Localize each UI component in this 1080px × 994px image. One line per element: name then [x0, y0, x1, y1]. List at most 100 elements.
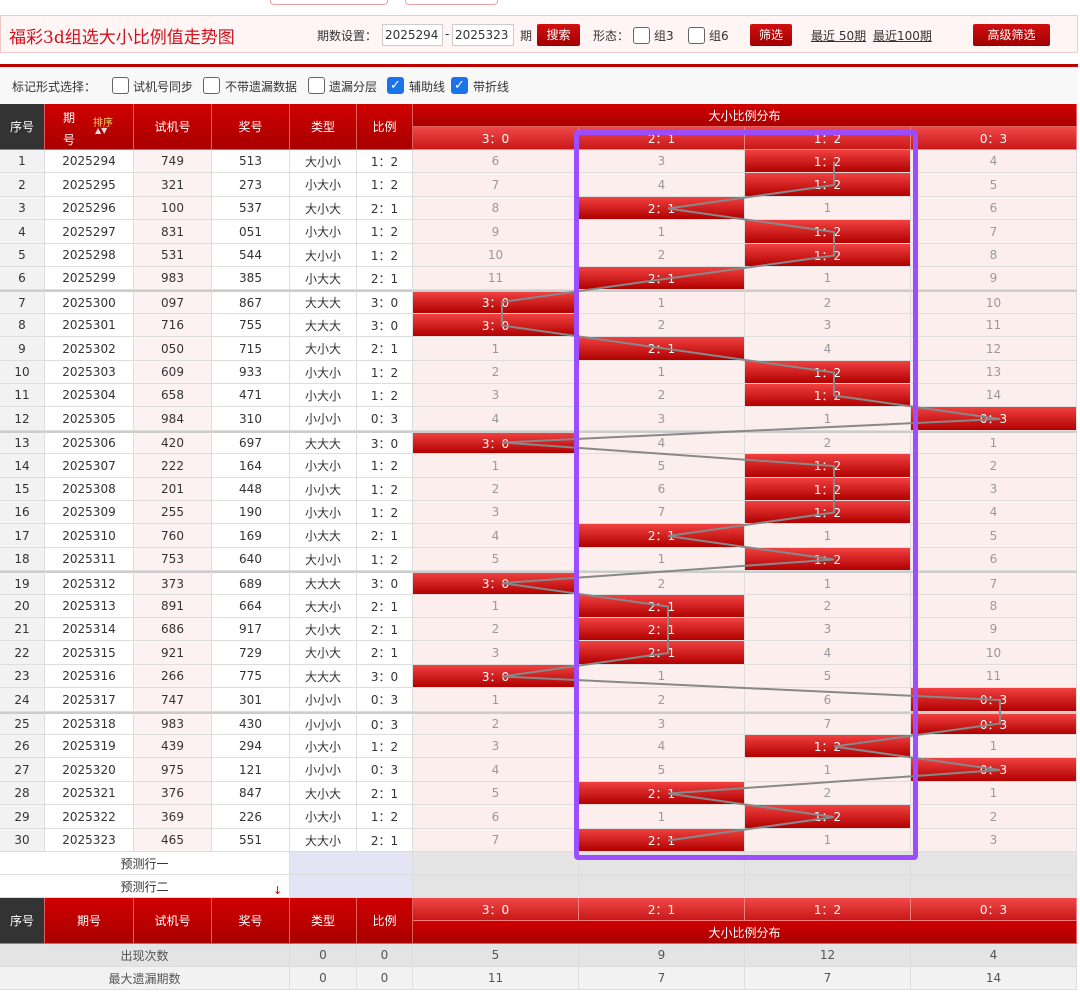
header-dist: 大小比例分布 [413, 104, 1077, 127]
dist-hit-cell: 2：1 [579, 197, 745, 220]
dist-miss-cell: 3 [579, 407, 745, 431]
predict-cell[interactable] [745, 875, 911, 898]
row-prize-number: 689 [212, 571, 290, 595]
row-test-number: 983 [134, 712, 212, 735]
stat-ratio: 0 [357, 967, 413, 990]
group6-checkbox[interactable] [688, 27, 705, 44]
row-seq: 22 [0, 641, 45, 665]
predict-cell[interactable] [579, 852, 745, 875]
sort-arrows-icon[interactable]: ▲▼ [95, 126, 107, 135]
footer-header-ratio: 比例 [357, 898, 413, 944]
row-ratio: 2：1 [357, 782, 413, 805]
row-prize-number: 933 [212, 361, 290, 384]
dist-miss-cell: 10 [911, 641, 1077, 665]
stat-value: 14 [911, 967, 1077, 990]
stat-value: 7 [745, 967, 911, 990]
dist-hit-cell: 2：1 [579, 595, 745, 618]
dist-miss-cell: 2 [911, 454, 1077, 478]
row-issue: 2025313 [45, 595, 134, 618]
row-issue: 2025323 [45, 829, 134, 852]
dist-hit-cell: 1：2 [745, 805, 911, 829]
dist-miss-cell: 2 [745, 595, 911, 618]
predict-cell[interactable] [413, 852, 579, 875]
dist-miss-cell: 1 [911, 782, 1077, 805]
predict-cell[interactable] [911, 875, 1077, 898]
row-prize-number: 729 [212, 641, 290, 665]
dist-hit-cell: 1：2 [745, 735, 911, 758]
option-checkbox[interactable]: ✓ [451, 77, 468, 94]
predict-row-input[interactable] [290, 852, 413, 875]
row-test-number: 376 [134, 782, 212, 805]
predict-row-input[interactable] [290, 875, 413, 898]
row-test-number: 983 [134, 267, 212, 290]
row-test-number: 050 [134, 337, 212, 361]
recent-50-link[interactable]: 最近 50期 [811, 27, 866, 44]
row-prize-number: 513 [212, 150, 290, 173]
row-ratio: 1：2 [357, 150, 413, 173]
dist-miss-cell: 10 [413, 244, 579, 267]
row-prize-number: 471 [212, 384, 290, 407]
stat-value: 11 [413, 967, 579, 990]
row-test-number: 921 [134, 641, 212, 665]
row-seq: 9 [0, 337, 45, 361]
row-issue: 2025308 [45, 478, 134, 501]
filter-button[interactable]: 筛选 [750, 24, 792, 46]
option-checkbox[interactable] [308, 77, 325, 94]
recent-100-link[interactable]: 最近100期 [873, 27, 932, 44]
predict-cell[interactable] [745, 852, 911, 875]
row-prize-number: 430 [212, 712, 290, 735]
option-checkbox[interactable] [203, 77, 220, 94]
dist-miss-cell: 1 [579, 290, 745, 314]
top-button-2[interactable] [405, 0, 498, 5]
dist-miss-cell: 1 [413, 337, 579, 361]
row-ratio: 3：0 [357, 290, 413, 314]
row-seq: 28 [0, 782, 45, 805]
option-checkbox[interactable] [112, 77, 129, 94]
top-button-1[interactable] [270, 0, 388, 5]
mark-options: 标记形式选择： 试机号同步 不带遗漏数据 遗漏分层 ✓ 辅助线 ✓ 带折线 [0, 67, 1078, 104]
predict-cell[interactable] [413, 875, 579, 898]
row-test-number: 369 [134, 805, 212, 829]
predict-cell[interactable] [579, 875, 745, 898]
dist-miss-cell: 11 [911, 665, 1077, 688]
footer-header-dist-col: 3：0 [413, 898, 579, 921]
dist-hit-cell: 3：0 [413, 571, 579, 595]
dist-hit-cell: 1：2 [745, 150, 911, 173]
dist-miss-cell: 3 [911, 829, 1077, 852]
advanced-filter-button[interactable]: 高级筛选 [973, 24, 1050, 46]
dist-miss-cell: 7 [911, 571, 1077, 595]
search-button[interactable]: 搜索 [537, 24, 580, 46]
row-test-number: 439 [134, 735, 212, 758]
row-seq: 19 [0, 571, 45, 595]
dist-hit-cell: 3：0 [413, 290, 579, 314]
period-from-input[interactable]: 2025294 [382, 24, 443, 46]
dist-miss-cell: 9 [911, 267, 1077, 290]
row-issue: 2025305 [45, 407, 134, 431]
dist-miss-cell: 6 [579, 478, 745, 501]
row-type: 小大小 [290, 384, 357, 407]
row-issue: 2025300 [45, 290, 134, 314]
dist-miss-cell: 4 [911, 501, 1077, 524]
dist-miss-cell: 2 [579, 384, 745, 407]
group3-checkbox[interactable] [633, 27, 650, 44]
option-checkbox[interactable]: ✓ [387, 77, 404, 94]
dist-miss-cell: 1 [579, 361, 745, 384]
period-label: 期数设置： [317, 29, 378, 43]
dist-hit-cell: 0：3 [911, 688, 1077, 712]
row-issue: 2025303 [45, 361, 134, 384]
row-prize-number: 867 [212, 290, 290, 314]
stat-type: 0 [290, 944, 357, 967]
row-prize-number: 544 [212, 244, 290, 267]
footer-header-issue: 期号 [45, 898, 134, 944]
period-to-input[interactable]: 2025323 [452, 24, 514, 46]
row-test-number: 266 [134, 665, 212, 688]
stat-label: 最大遗漏期数 [0, 967, 290, 990]
row-issue: 2025299 [45, 267, 134, 290]
predict-cell[interactable] [911, 852, 1077, 875]
footer-header-dist-col: 1：2 [745, 898, 911, 921]
options-label: 标记形式选择： [12, 80, 97, 94]
dist-miss-cell: 5 [413, 782, 579, 805]
dist-hit-cell: 2：1 [579, 618, 745, 641]
dist-miss-cell: 2 [413, 361, 579, 384]
page-title: 福彩3d组选大小比例值走势图 [9, 28, 235, 48]
